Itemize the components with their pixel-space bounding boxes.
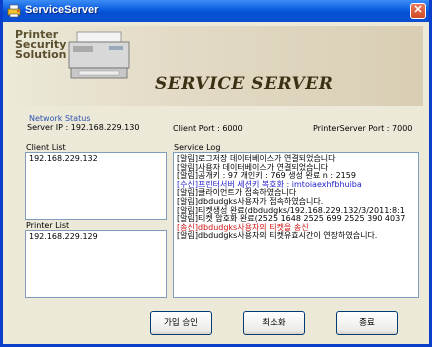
client-port-label: Client Port : 6000 bbox=[173, 124, 243, 133]
log-line: [알림]dbdudgks사용자의 티켓유효시간이 연장하였습니다. bbox=[177, 231, 378, 241]
minimize-button[interactable]: 최소화 bbox=[243, 311, 305, 335]
printer-list-item[interactable]: 192.168.229.129 bbox=[29, 232, 163, 242]
network-status-heading: Network Status bbox=[29, 114, 91, 123]
printer-image bbox=[68, 31, 130, 79]
close-button[interactable]: ✕ bbox=[410, 3, 426, 19]
client-list[interactable]: 192.168.229.132 bbox=[25, 152, 167, 220]
banner-title: SERVICE SERVER bbox=[155, 74, 334, 94]
title-bar[interactable]: ServiceServer ✕ bbox=[3, 0, 429, 22]
close-icon: ✕ bbox=[413, 4, 423, 16]
service-log[interactable]: [알림]로그저장 데이터베이스가 연결되었습니다 [알림]사용자 데이터베이스가 … bbox=[173, 152, 419, 298]
exit-button[interactable]: 종료 bbox=[336, 311, 398, 335]
client-list-item[interactable]: 192.168.229.132 bbox=[29, 154, 163, 164]
printer-server-port-label: PrinterServer Port : 7000 bbox=[313, 124, 413, 133]
client-list-label: Client List bbox=[26, 143, 66, 152]
window-title: ServiceServer bbox=[25, 4, 99, 16]
join-approve-button[interactable]: 가입 승인 bbox=[150, 311, 212, 335]
service-log-label: Service Log bbox=[174, 143, 221, 152]
banner: Printer Security Solution SERVICE SERVER bbox=[9, 26, 423, 106]
printer-list-label: Printer List bbox=[26, 221, 70, 230]
logo-line-solution: Solution bbox=[15, 48, 67, 61]
server-ip-label: Server IP : 192.168.229.130 bbox=[27, 123, 140, 132]
product-logo: Printer Security Solution bbox=[15, 29, 67, 61]
printer-list[interactable]: 192.168.229.129 bbox=[25, 230, 167, 298]
service-server-window: ServiceServer ✕ Printer Security Solutio… bbox=[0, 0, 432, 347]
app-icon bbox=[7, 4, 21, 18]
